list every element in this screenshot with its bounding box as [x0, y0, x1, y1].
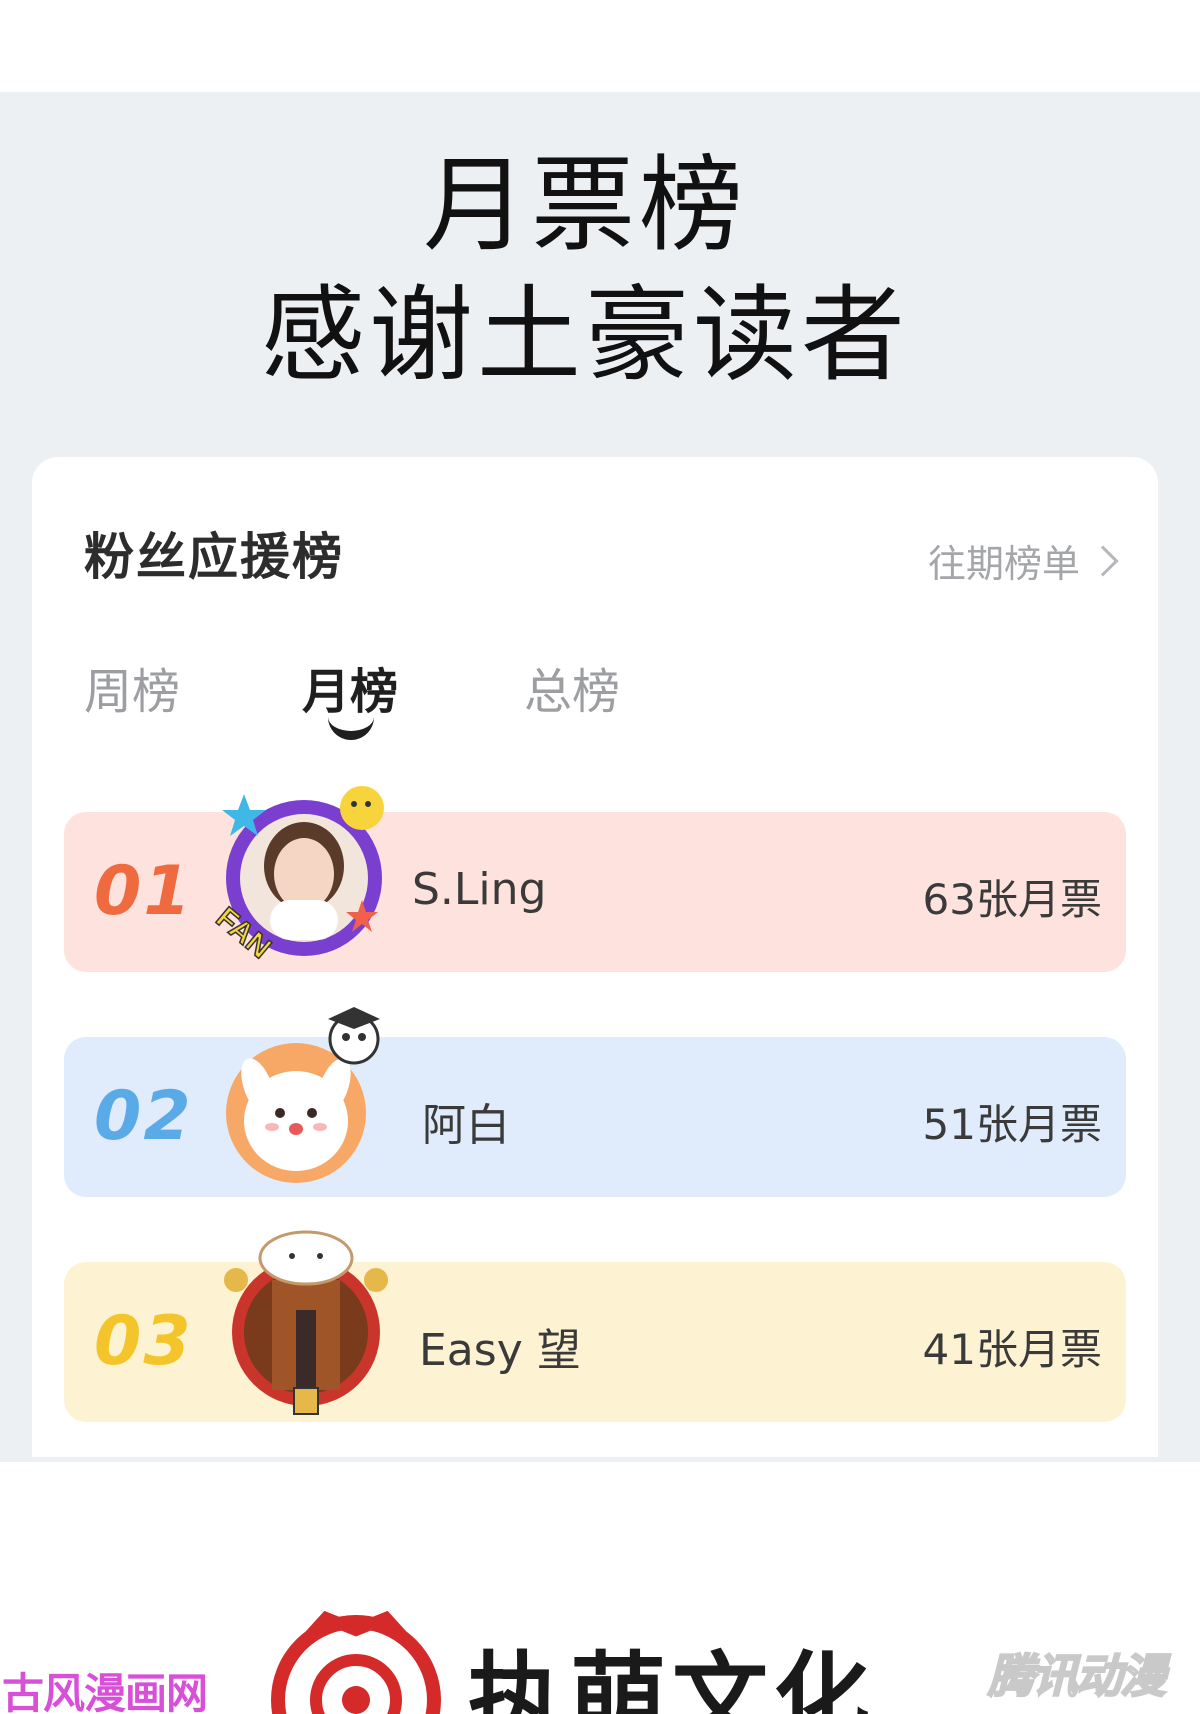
rank-number: 01: [94, 852, 193, 931]
chevron-right-icon: [1087, 544, 1119, 577]
rank-number: 03: [94, 1302, 193, 1381]
ranking-row-1[interactable]: 01 FAN S.Ling 63张月票: [64, 786, 1126, 972]
user-name: 阿白: [422, 1100, 510, 1151]
title-line-2: 感谢土豪读者: [260, 274, 909, 396]
footer-brand: 执萌文化: [468, 1642, 876, 1714]
brand-logo-icon: [271, 1610, 441, 1714]
ranking-row-2[interactable]: 02 阿白 51张月票: [64, 1007, 1126, 1197]
tab-total-label: 总榜: [524, 664, 621, 720]
tab-weekly[interactable]: 周榜: [84, 652, 180, 722]
fan-support-card: 粉丝应援榜 往期榜单 周榜 月榜 总榜 01 FAN S.Ling 63张月票 …: [32, 457, 1158, 1457]
history-rankings-link[interactable]: 往期榜单: [927, 533, 1119, 588]
tab-monthly[interactable]: 月榜: [302, 652, 399, 740]
ticket-count: 51张月票: [922, 1100, 1102, 1149]
top-margin: [0, 0, 1200, 92]
history-link-label: 往期榜单: [927, 542, 1080, 586]
title-line-1: 月票榜: [422, 144, 747, 266]
rank-number: 02: [94, 1077, 193, 1156]
tab-total[interactable]: 总榜: [524, 652, 620, 722]
tab-weekly-label: 周榜: [84, 664, 181, 720]
watermark-left: 古风漫画网: [2, 1669, 208, 1714]
avatar-fan-frame[interactable]: FAN: [214, 770, 394, 970]
user-name: Easy 望: [419, 1325, 581, 1376]
ticket-count: 41张月票: [922, 1325, 1102, 1374]
user-name: S.Ling: [412, 864, 547, 915]
ranking-tabs: 周榜 月榜 总榜: [84, 652, 784, 762]
ticket-count: 63张月票: [922, 875, 1102, 924]
ranking-row-3[interactable]: 03 Easy 望 41张月票: [64, 1230, 1126, 1422]
watermark-right: 腾讯动漫: [987, 1648, 1167, 1704]
avatar-cat-frame[interactable]: [214, 1220, 394, 1420]
smile-indicator-icon: [328, 716, 374, 740]
tab-monthly-label: 月榜: [302, 664, 399, 720]
page-title: 月票榜 感谢土豪读者: [0, 140, 1170, 400]
card-title: 粉丝应援榜: [84, 528, 344, 586]
avatar-bunny[interactable]: [214, 995, 394, 1195]
